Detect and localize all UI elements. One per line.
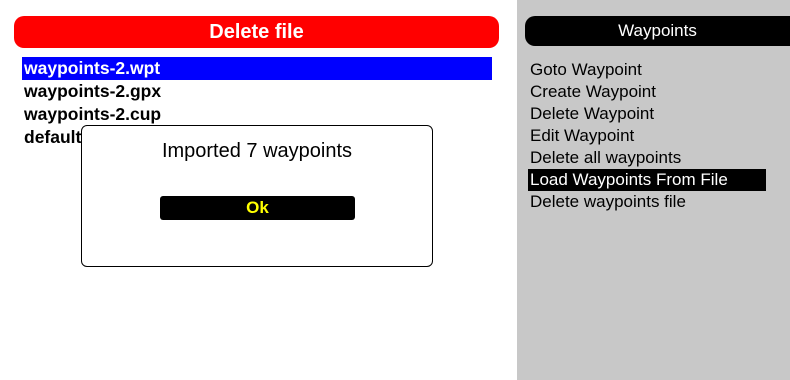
ok-button[interactable]: Ok <box>160 196 355 220</box>
menu-item-edit-waypoint[interactable]: Edit Waypoint <box>528 125 790 147</box>
import-result-dialog: Imported 7 waypoints Ok <box>81 125 433 267</box>
menu-item-delete-waypoints-file[interactable]: Delete waypoints file <box>528 191 790 213</box>
menu-item-goto-waypoint[interactable]: Goto Waypoint <box>528 59 790 81</box>
file-item-waypoints-2-gpx[interactable]: waypoints-2.gpx <box>22 80 492 103</box>
dialog-message: Imported 7 waypoints <box>161 140 353 162</box>
waypoints-menu-list: Goto Waypoint Create Waypoint Delete Way… <box>528 59 790 213</box>
menu-item-delete-all-waypoints[interactable]: Delete all waypoints <box>528 147 790 169</box>
delete-file-panel: Delete file waypoints-2.wpt waypoints-2.… <box>0 0 517 380</box>
menu-item-create-waypoint[interactable]: Create Waypoint <box>528 81 790 103</box>
menu-item-delete-waypoint[interactable]: Delete Waypoint <box>528 103 790 125</box>
waypoints-menu-panel: Waypoints Goto Waypoint Create Waypoint … <box>517 0 790 380</box>
file-item-waypoints-2-cup[interactable]: waypoints-2.cup <box>22 103 492 126</box>
menu-item-load-waypoints-from-file[interactable]: Load Waypoints From File <box>528 169 766 191</box>
file-item-waypoints-2-wpt[interactable]: waypoints-2.wpt <box>22 57 492 80</box>
delete-file-title: Delete file <box>14 16 499 48</box>
waypoints-menu-title: Waypoints <box>525 16 790 46</box>
